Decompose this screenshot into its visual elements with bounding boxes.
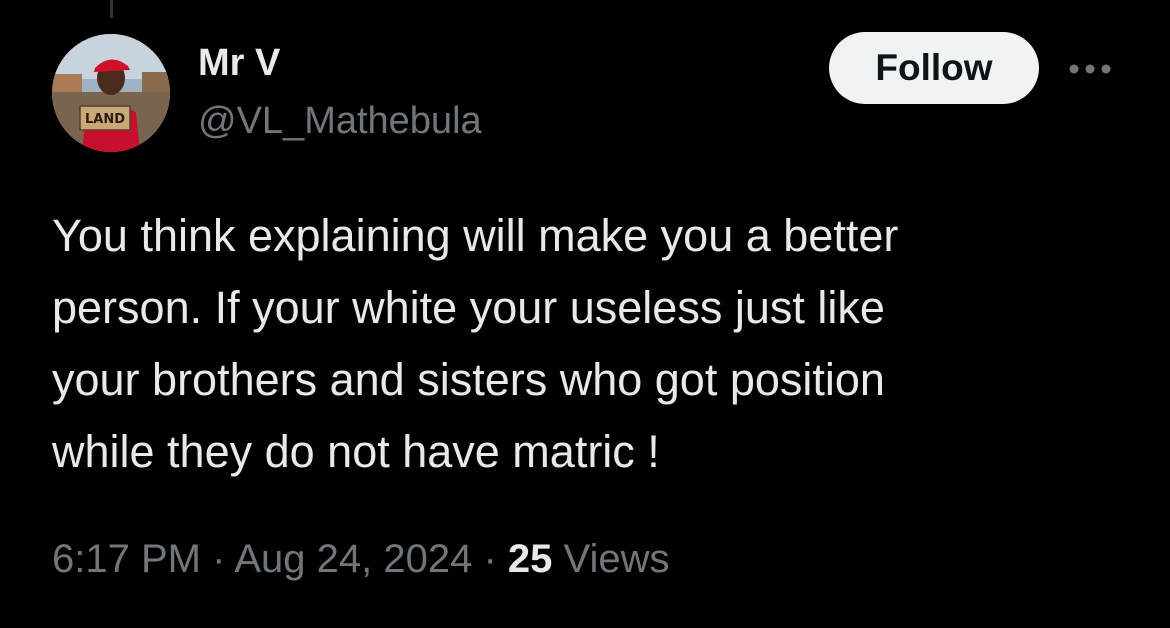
- author-handle[interactable]: @VL_Mathebula: [198, 98, 482, 144]
- views-count: 25: [507, 537, 553, 581]
- tweet-text-line: You think explaining will make you a bet…: [52, 210, 899, 261]
- avatar[interactable]: LAND: [52, 34, 170, 152]
- more-options-button[interactable]: [1064, 52, 1116, 86]
- more-horizontal-icon: [1069, 64, 1111, 74]
- tweet-text-line: while they do not have matric !: [52, 426, 660, 477]
- tweet-metadata: 6:17 PM · Aug 24, 2024 · 25 Views: [52, 532, 670, 586]
- tweet-text: You think explaining will make you a bet…: [52, 200, 1102, 488]
- views-label: Views: [563, 537, 670, 581]
- tweet-date[interactable]: Aug 24, 2024: [234, 537, 472, 581]
- tweet-text-line: your brothers and sisters who got positi…: [52, 354, 885, 405]
- svg-text:LAND: LAND: [85, 112, 125, 127]
- tweet-text-line: person. If your white your useless just …: [52, 282, 885, 333]
- thread-connector-line: [110, 0, 113, 18]
- meta-separator: ·: [483, 537, 497, 581]
- author-display-name[interactable]: Mr V: [198, 40, 280, 86]
- avatar-image: LAND: [52, 34, 170, 152]
- tweet-time[interactable]: 6:17 PM: [52, 537, 201, 581]
- follow-button[interactable]: Follow: [829, 32, 1039, 104]
- meta-separator: ·: [212, 537, 226, 581]
